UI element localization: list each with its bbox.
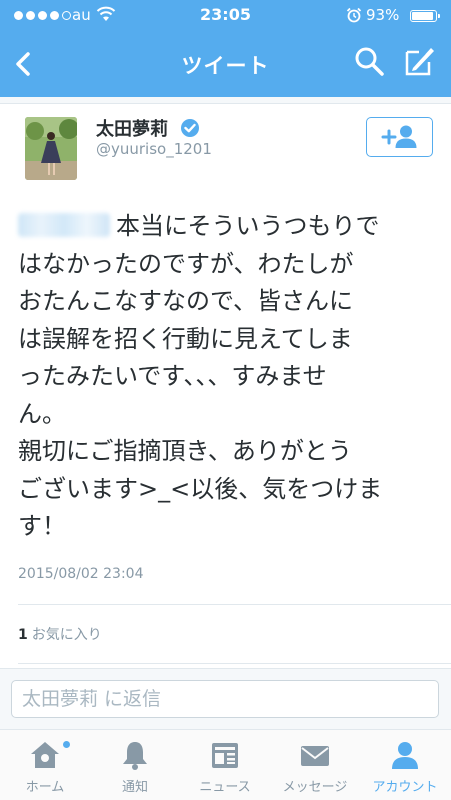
alarm-icon bbox=[346, 7, 362, 23]
add-user-icon bbox=[381, 125, 417, 148]
tweet-line: 本当にそういうつもりで bbox=[18, 208, 438, 246]
tweet-line: ございます>_<以後、気をつけま bbox=[18, 474, 383, 503]
home-icon bbox=[31, 742, 59, 768]
blurred-mention bbox=[18, 213, 110, 237]
favorite-label: お気に入り bbox=[31, 627, 102, 643]
navigation-bar: ツイート bbox=[0, 32, 451, 97]
user-handle[interactable]: @yuuriso_1201 bbox=[96, 140, 212, 158]
tweet-timestamp: 2015/08/02 23:04 bbox=[18, 566, 144, 582]
tab-label: ニュース bbox=[199, 780, 251, 795]
tab-news[interactable]: ニュース bbox=[180, 730, 270, 800]
user-name[interactable]: 太田夢莉 bbox=[96, 115, 168, 141]
tab-messages[interactable]: メッセージ bbox=[270, 730, 360, 800]
favorite-count: 1 bbox=[18, 627, 28, 643]
person-icon bbox=[392, 742, 418, 769]
envelope-icon bbox=[301, 746, 329, 766]
tab-label: メッセージ bbox=[282, 780, 348, 795]
divider bbox=[18, 663, 451, 664]
tweet-line: はなかったのですが、わたしが bbox=[18, 249, 354, 278]
avatar[interactable] bbox=[25, 117, 77, 180]
tab-bar: ホーム 通知 ニュース メッセージ アカウント bbox=[0, 730, 451, 800]
tweet-line: す！ bbox=[18, 512, 66, 540]
favorites-row[interactable]: 1 お気に入り bbox=[18, 624, 102, 644]
tab-label: ホーム bbox=[25, 780, 65, 795]
tweet-line: おたんこなすなので、皆さんに bbox=[18, 287, 354, 315]
new-content-dot bbox=[63, 741, 70, 748]
tab-label: アカウント bbox=[372, 780, 438, 795]
tab-notifications[interactable]: 通知 bbox=[90, 730, 180, 800]
tweet-line: ん。 bbox=[18, 399, 66, 428]
bell-icon bbox=[123, 742, 147, 770]
header-divider bbox=[0, 97, 451, 104]
search-icon[interactable] bbox=[352, 44, 386, 78]
status-bar: au 23:05 93% bbox=[0, 0, 451, 32]
verified-badge-icon bbox=[181, 119, 199, 137]
reply-bar bbox=[0, 668, 451, 730]
tweet-line: は誤解を招く行動に見えてしま bbox=[18, 324, 353, 353]
tab-account[interactable]: アカウント bbox=[360, 730, 450, 800]
tab-label: 通知 bbox=[121, 780, 148, 795]
follow-button[interactable] bbox=[366, 117, 433, 157]
tweet-text: 本当にそういうつもりで はなかったのですが、わたしが おたんこなすなので、皆さん… bbox=[18, 208, 438, 546]
compose-tweet-icon[interactable] bbox=[401, 44, 437, 80]
tab-home[interactable]: ホーム bbox=[0, 730, 90, 800]
divider bbox=[18, 604, 451, 605]
tweet-line: 親切にご指摘頂き、ありがとう bbox=[18, 437, 352, 465]
tweet-line: ったみたいです、、、すみませ bbox=[18, 362, 327, 390]
battery-icon bbox=[410, 10, 440, 22]
top-bar: au 23:05 93% ツイート bbox=[0, 0, 451, 97]
reply-input[interactable] bbox=[11, 680, 439, 718]
news-icon bbox=[212, 743, 238, 768]
battery-percentage: 93% bbox=[366, 6, 400, 24]
